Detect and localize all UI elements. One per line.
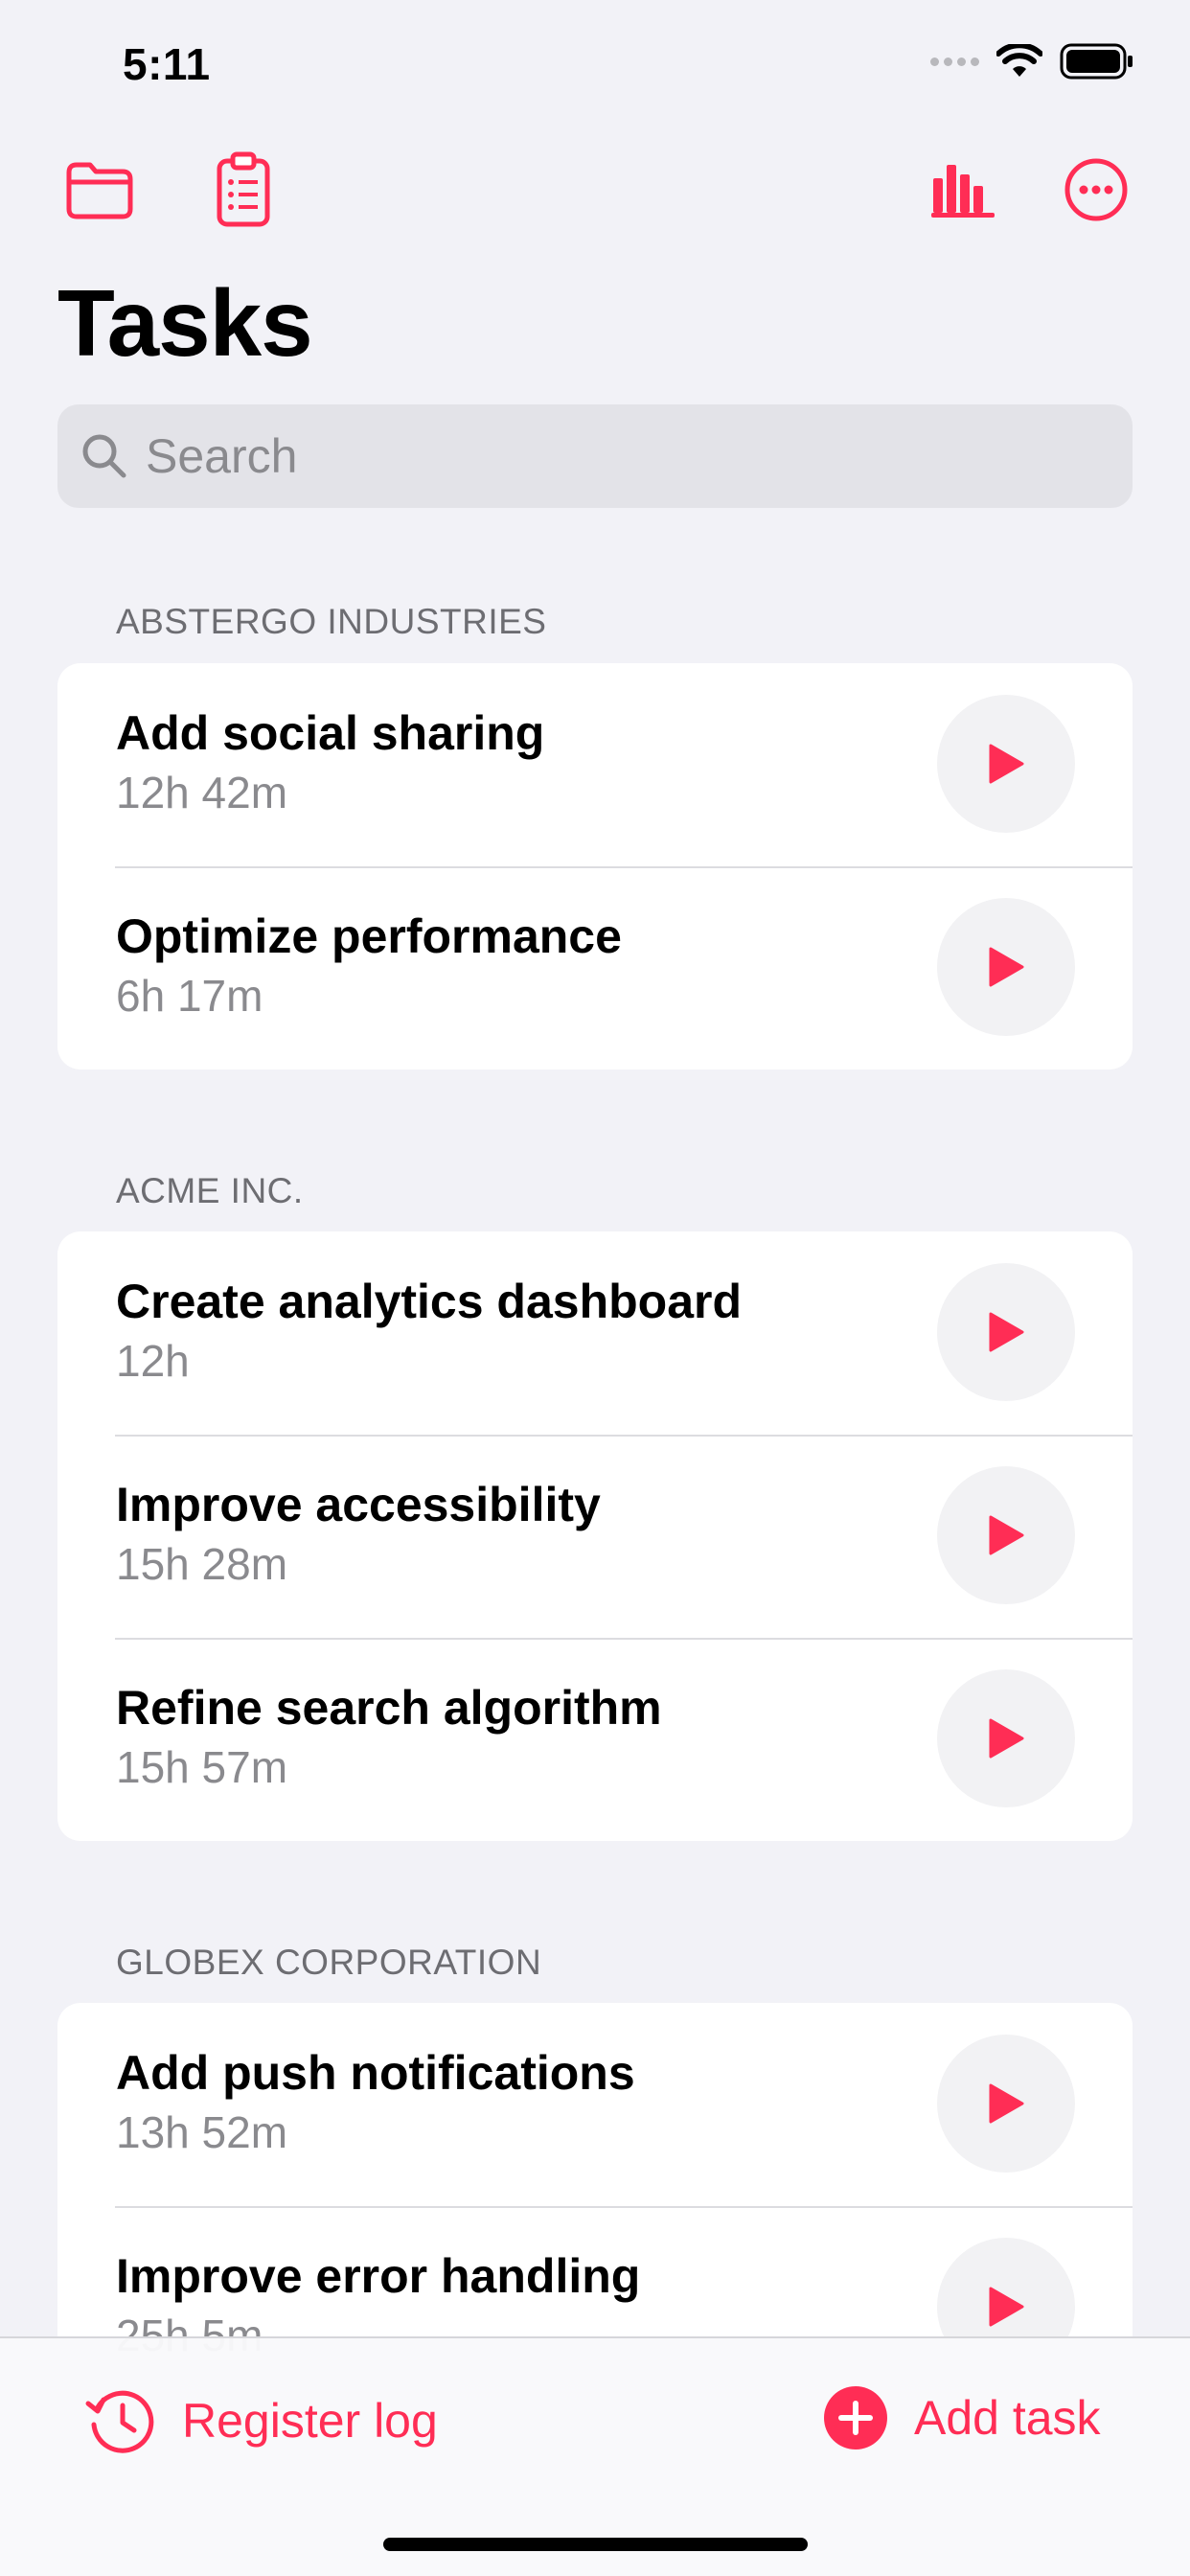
task-name: Add push notifications <box>116 2046 635 2100</box>
task-name: Refine search algorithm <box>116 1681 662 1735</box>
task-duration: 6h 17m <box>116 971 263 1021</box>
register-log-button[interactable]: Register log <box>84 2384 438 2457</box>
add-task-label: Add task <box>914 2391 1101 2445</box>
section-header: ACME INC. <box>116 1171 304 1210</box>
play-button[interactable] <box>937 1669 1075 1807</box>
folder-icon <box>66 162 133 219</box>
task-name: Add social sharing <box>116 706 545 760</box>
register-log-label: Register log <box>182 2394 438 2448</box>
clock-history-icon <box>85 2390 154 2453</box>
add-task-button[interactable]: Add task <box>822 2384 1101 2451</box>
clipboard-button[interactable] <box>213 150 274 230</box>
task-row[interactable]: Add push notifications 13h 52m <box>57 2003 1133 2206</box>
task-name: Improve accessibility <box>116 1478 601 1531</box>
folder-button[interactable] <box>61 155 138 224</box>
task-row[interactable]: Create analytics dashboard 12h <box>57 1231 1133 1435</box>
play-button[interactable] <box>937 1263 1075 1401</box>
section-header: GLOBEX CORPORATION <box>116 1943 542 1982</box>
task-row[interactable]: Optimize performance 6h 17m <box>57 866 1133 1070</box>
play-icon <box>989 1312 1024 1352</box>
task-duration: 12h <box>116 1336 190 1386</box>
play-icon <box>989 2287 1024 2327</box>
play-button[interactable] <box>937 1466 1075 1604</box>
search-input[interactable]: Search <box>57 404 1133 508</box>
section-header: ABSTERGO INDUSTRIES <box>116 602 547 641</box>
play-button[interactable] <box>937 2035 1075 2173</box>
more-button[interactable] <box>1062 155 1131 224</box>
task-duration: 13h 52m <box>116 2107 288 2157</box>
task-name: Optimize performance <box>116 909 622 963</box>
play-button[interactable] <box>937 898 1075 1036</box>
tasks-screen: 5:11 Tasks Search ABSTERGO INDUSTRIES Ad… <box>0 0 1190 2576</box>
task-group: Create analytics dashboard 12h Improve a… <box>57 1231 1133 1841</box>
play-icon <box>989 1515 1024 1555</box>
status-bar: 5:11 <box>0 0 1190 129</box>
status-time: 5:11 <box>123 39 211 89</box>
play-icon <box>989 744 1024 784</box>
task-row[interactable]: Add social sharing 12h 42m <box>57 663 1133 866</box>
task-name: Create analytics dashboard <box>116 1275 743 1328</box>
task-duration: 12h 42m <box>116 768 288 817</box>
bar-chart-icon <box>931 165 995 218</box>
page-title: Tasks <box>57 270 313 376</box>
play-icon <box>989 2083 1024 2124</box>
task-duration: 15h 28m <box>116 1539 288 1589</box>
wifi-icon <box>996 44 1042 77</box>
statistics-button[interactable] <box>927 157 998 222</box>
home-indicator <box>383 2538 808 2551</box>
task-group: Add social sharing 12h 42m Optimize perf… <box>57 663 1133 1070</box>
search-icon <box>82 434 126 478</box>
task-row[interactable]: Improve accessibility 15h 28m <box>57 1435 1133 1638</box>
play-button[interactable] <box>937 695 1075 833</box>
task-name: Improve error handling <box>116 2249 641 2303</box>
plus-circle-fill-icon <box>824 2386 887 2450</box>
clipboard-list-icon <box>217 151 270 227</box>
search-placeholder: Search <box>146 429 298 483</box>
task-row[interactable]: Refine search algorithm 15h 57m <box>57 1638 1133 1841</box>
battery-icon <box>1060 43 1133 80</box>
play-icon <box>989 1718 1024 1759</box>
status-indicators <box>930 42 1134 80</box>
play-icon <box>989 947 1024 987</box>
task-duration: 15h 57m <box>116 1742 288 1792</box>
cellular-signal-icon <box>930 57 979 66</box>
ellipsis-circle-icon <box>1064 158 1128 221</box>
